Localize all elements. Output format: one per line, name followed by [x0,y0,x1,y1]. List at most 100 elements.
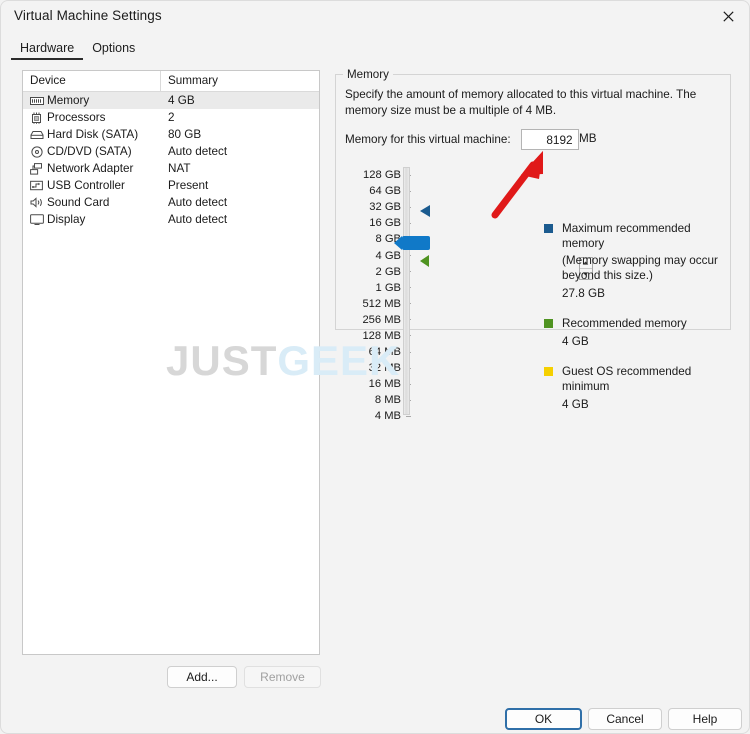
device-summary: Present [168,179,209,192]
scale-label-text: 512 MB [362,297,401,310]
speaker-icon [29,196,44,209]
scale-label: 64 MB [341,344,411,360]
scale-label: 8 MB [341,392,411,408]
scale-label: 256 MB [341,312,411,328]
close-icon[interactable] [705,1,750,32]
legend-title: Guest OS recommended minimum [562,365,692,393]
maximum-recommended-marker-icon [420,205,430,217]
ok-button[interactable]: OK [505,708,582,730]
scale-label: 2 GB [341,264,411,280]
scale-label-text: 32 MB [368,362,401,375]
legend-value: 4 GB [562,398,589,411]
device-summary: 4 GB [168,94,195,107]
monitor-icon [29,213,44,226]
scale-label-text: 32 GB [369,201,401,214]
scale-label: 512 MB [341,296,411,312]
memory-scale: 128 GB 64 GB 32 GB 16 GB 8 GB 4 GB 2 GB … [341,167,411,425]
device-summary: Auto detect [168,213,228,226]
scale-label: 16 MB [341,376,411,392]
table-row[interactable]: Processors 2 [23,109,319,126]
legend-title: Maximum recommended memory [562,222,691,250]
table-row[interactable]: USB Controller Present [23,177,319,194]
tab-options[interactable]: Options [83,39,144,59]
legend-swatch-icon [544,319,553,328]
scale-label-text: 128 MB [362,329,401,342]
add-button[interactable]: Add... [167,666,237,688]
legend-swatch-icon [544,367,553,376]
device-name: CD/DVD (SATA) [47,145,132,158]
device-summary: Auto detect [168,196,228,209]
device-name: Network Adapter [47,162,134,175]
table-row[interactable]: Hard Disk (SATA) 80 GB [23,126,319,143]
title-bar: Virtual Machine Settings [1,1,750,33]
scale-tick [406,415,411,417]
disc-icon [29,145,44,158]
virtual-machine-settings-window: Virtual Machine Settings Hardware Option… [0,0,750,734]
legend-item-guest-minimum: Guest OS recommended minimum 4 GB [544,364,729,411]
remove-button[interactable]: Remove [244,666,321,688]
memory-description: Specify the amount of memory allocated t… [345,88,697,117]
usb-icon [29,179,44,192]
tab-hardware[interactable]: Hardware [11,39,84,60]
device-name: Hard Disk (SATA) [47,128,139,141]
column-header-device[interactable]: Device [23,71,161,91]
device-summary: Auto detect [168,145,228,158]
table-row[interactable]: Display Auto detect [23,211,319,228]
network-icon [29,162,44,175]
table-row[interactable]: Network Adapter NAT [23,160,319,177]
device-summary: NAT [168,162,191,175]
scale-label-text: 16 GB [369,217,401,230]
scale-label: 32 MB [341,360,411,376]
scale-label-text: 64 MB [368,346,401,359]
memory-field-label: Memory for this virtual machine: [345,133,511,146]
device-list-header: Device Summary [23,71,319,92]
device-name: Processors [47,111,106,124]
scale-label: 16 GB [341,215,411,231]
memory-slider-track[interactable] [403,167,410,415]
legend-title: Recommended memory [562,317,687,330]
memory-legend-list: Maximum recommended memory (Memory swapp… [544,221,729,424]
help-button[interactable]: Help [668,708,742,730]
cpu-icon [29,111,44,124]
column-header-summary[interactable]: Summary [161,71,319,91]
scale-label-text: 128 GB [363,169,401,182]
scale-label: 4 MB [341,408,411,424]
scale-label-text: 8 MB [374,394,401,407]
table-row[interactable]: CD/DVD (SATA) Auto detect [23,143,319,160]
device-name: Display [47,213,86,226]
cancel-button[interactable]: Cancel [588,708,662,730]
scale-label-text: 4 GB [375,249,402,262]
memory-group-label: Memory [343,68,393,81]
recommended-memory-marker-icon [420,255,429,267]
legend-item-max-recommended: Maximum recommended memory (Memory swapp… [544,221,729,300]
table-row[interactable]: Sound Card Auto detect [23,194,319,211]
scale-label: 1 GB [341,280,411,296]
scale-label-text: 1 GB [375,281,402,294]
device-summary: 2 [168,111,175,124]
legend-value: 27.8 GB [562,287,605,300]
scale-label: 64 GB [341,183,411,199]
scale-label: 128 GB [341,167,411,183]
memory-input-wrapper[interactable] [520,129,593,280]
scale-label-text: 4 MB [374,410,401,423]
memory-slider-handle[interactable] [394,236,430,250]
device-name: Memory [47,94,90,107]
scale-label-text: 256 MB [362,313,401,326]
memory-input[interactable] [521,130,578,149]
legend-value: 4 GB [562,335,589,348]
scale-label: 32 GB [341,199,411,215]
scale-label-text: 64 GB [369,185,401,198]
tab-bar: Hardware Options [11,39,144,60]
legend-subtitle: (Memory swapping may occur beyond this s… [562,254,718,282]
scale-label-text: 16 MB [368,378,401,391]
harddisk-icon [29,128,44,141]
memory-field-row: Memory for this virtual machine: [345,129,593,280]
device-list[interactable]: Device Summary Memory 4 GB Processors 2 … [22,70,320,655]
device-name: USB Controller [47,179,125,192]
scale-label: 128 MB [341,328,411,344]
table-row[interactable]: Memory 4 GB [23,92,319,109]
window-title: Virtual Machine Settings [14,8,162,23]
device-name: Sound Card [47,196,110,209]
scale-label-text: 2 GB [375,265,402,278]
legend-swatch-icon [544,224,553,233]
